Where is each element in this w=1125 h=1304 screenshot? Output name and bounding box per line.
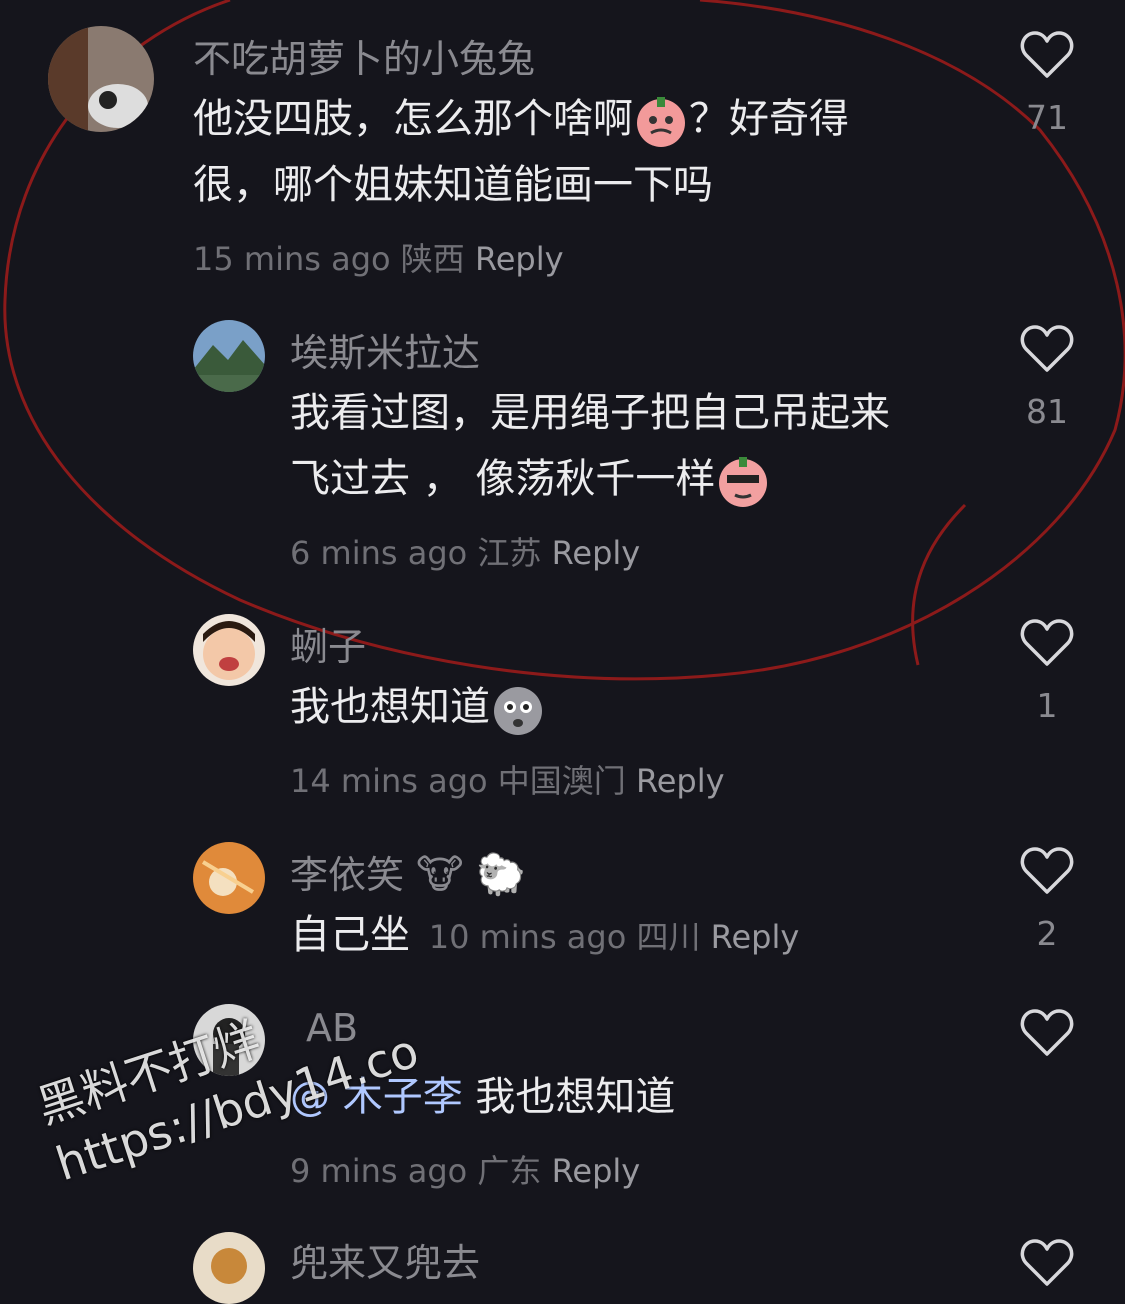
heart-icon[interactable] <box>1020 1008 1074 1058</box>
comment-meta: 15 mins ago 陕西 Reply <box>193 234 564 280</box>
comment-region: 广东 <box>477 1152 542 1190</box>
comment-time: 14 mins ago <box>290 762 488 800</box>
avatar[interactable] <box>193 320 265 392</box>
avatar[interactable] <box>193 614 265 686</box>
comment-time: 10 mins ago <box>428 918 627 956</box>
animal-emoji-icon: 🐮 🐑 <box>416 852 526 898</box>
cool-face-icon <box>719 457 768 507</box>
avatar[interactable] <box>48 26 154 132</box>
comment-text-line: 自己坐 <box>290 912 410 958</box>
comment-meta: 10 mins ago 四川 Reply <box>429 918 800 956</box>
heart-icon[interactable] <box>1020 324 1074 374</box>
comment-text-line: 他没四肢，怎么那个啥啊 <box>193 96 633 142</box>
avatar[interactable] <box>193 1232 265 1304</box>
comment-region: 四川 <box>636 918 701 956</box>
comment-text: 我也想知道 <box>290 674 546 740</box>
reply-button[interactable]: Reply <box>636 762 725 800</box>
comment-meta: 14 mins ago 中国澳门 Reply <box>290 756 725 802</box>
like-count: 1 <box>1036 686 1058 725</box>
comment-text-line: 我也想知道 <box>290 684 490 730</box>
heart-icon[interactable] <box>1020 846 1074 896</box>
comment-text: 他没四肢，怎么那个啥啊 ？好奇得 <box>193 86 849 152</box>
reply-button[interactable]: Reply <box>552 1152 641 1190</box>
comment-meta: 9 mins ago 广东 Reply <box>290 1146 640 1192</box>
comment-text: 我看过图，是用绳子把自己吊起来 <box>290 390 890 436</box>
comment-username[interactable]: 李依笑 🐮 🐑 <box>290 844 526 899</box>
comment-username[interactable]: 不吃胡萝卜的小兔兔 <box>193 28 535 83</box>
comment-region: 陕西 <box>400 240 465 278</box>
comment-username[interactable]: 蛚子 <box>290 616 366 671</box>
comment-username[interactable]: 兜来又兜去 <box>290 1232 480 1287</box>
comment-text-line: 飞过去 ， 像荡秋千一样 <box>290 456 716 502</box>
comment-region: 中国澳门 <box>497 762 626 800</box>
crying-face-icon <box>637 97 685 147</box>
avatar[interactable] <box>193 842 265 914</box>
comment-region: 江苏 <box>477 534 542 572</box>
heart-icon[interactable] <box>1020 1238 1074 1288</box>
comment-text: 自己坐 10 mins ago 四川 Reply <box>290 902 799 970</box>
like-count: 2 <box>1036 914 1058 953</box>
heart-icon[interactable] <box>1020 618 1074 668</box>
comment-time: 15 mins ago <box>193 240 391 278</box>
comment-meta: 6 mins ago 江苏 Reply <box>290 528 640 574</box>
reply-button[interactable]: Reply <box>475 240 564 278</box>
comment-text-line2: 很，哪个姐妹知道能画一下吗 <box>193 162 713 208</box>
reply-button[interactable]: Reply <box>552 534 641 572</box>
like-count: 71 <box>1026 98 1068 137</box>
shocked-face-icon <box>494 687 542 735</box>
comment-text-line: ？好奇得 <box>689 96 849 142</box>
comment-text-line2: 飞过去 ， 像荡秋千一样 <box>290 446 771 512</box>
like-count: 81 <box>1026 392 1068 431</box>
comment-time: 9 mins ago <box>290 1152 468 1190</box>
comment-username[interactable]: 埃斯米拉达 <box>290 322 480 377</box>
username-text: 李依笑 <box>290 853 405 897</box>
comment-time: 6 mins ago <box>290 534 468 572</box>
heart-icon[interactable] <box>1020 30 1074 80</box>
reply-button[interactable]: Reply <box>711 918 800 956</box>
comment-text-line: 我也想知道 <box>462 1074 676 1120</box>
